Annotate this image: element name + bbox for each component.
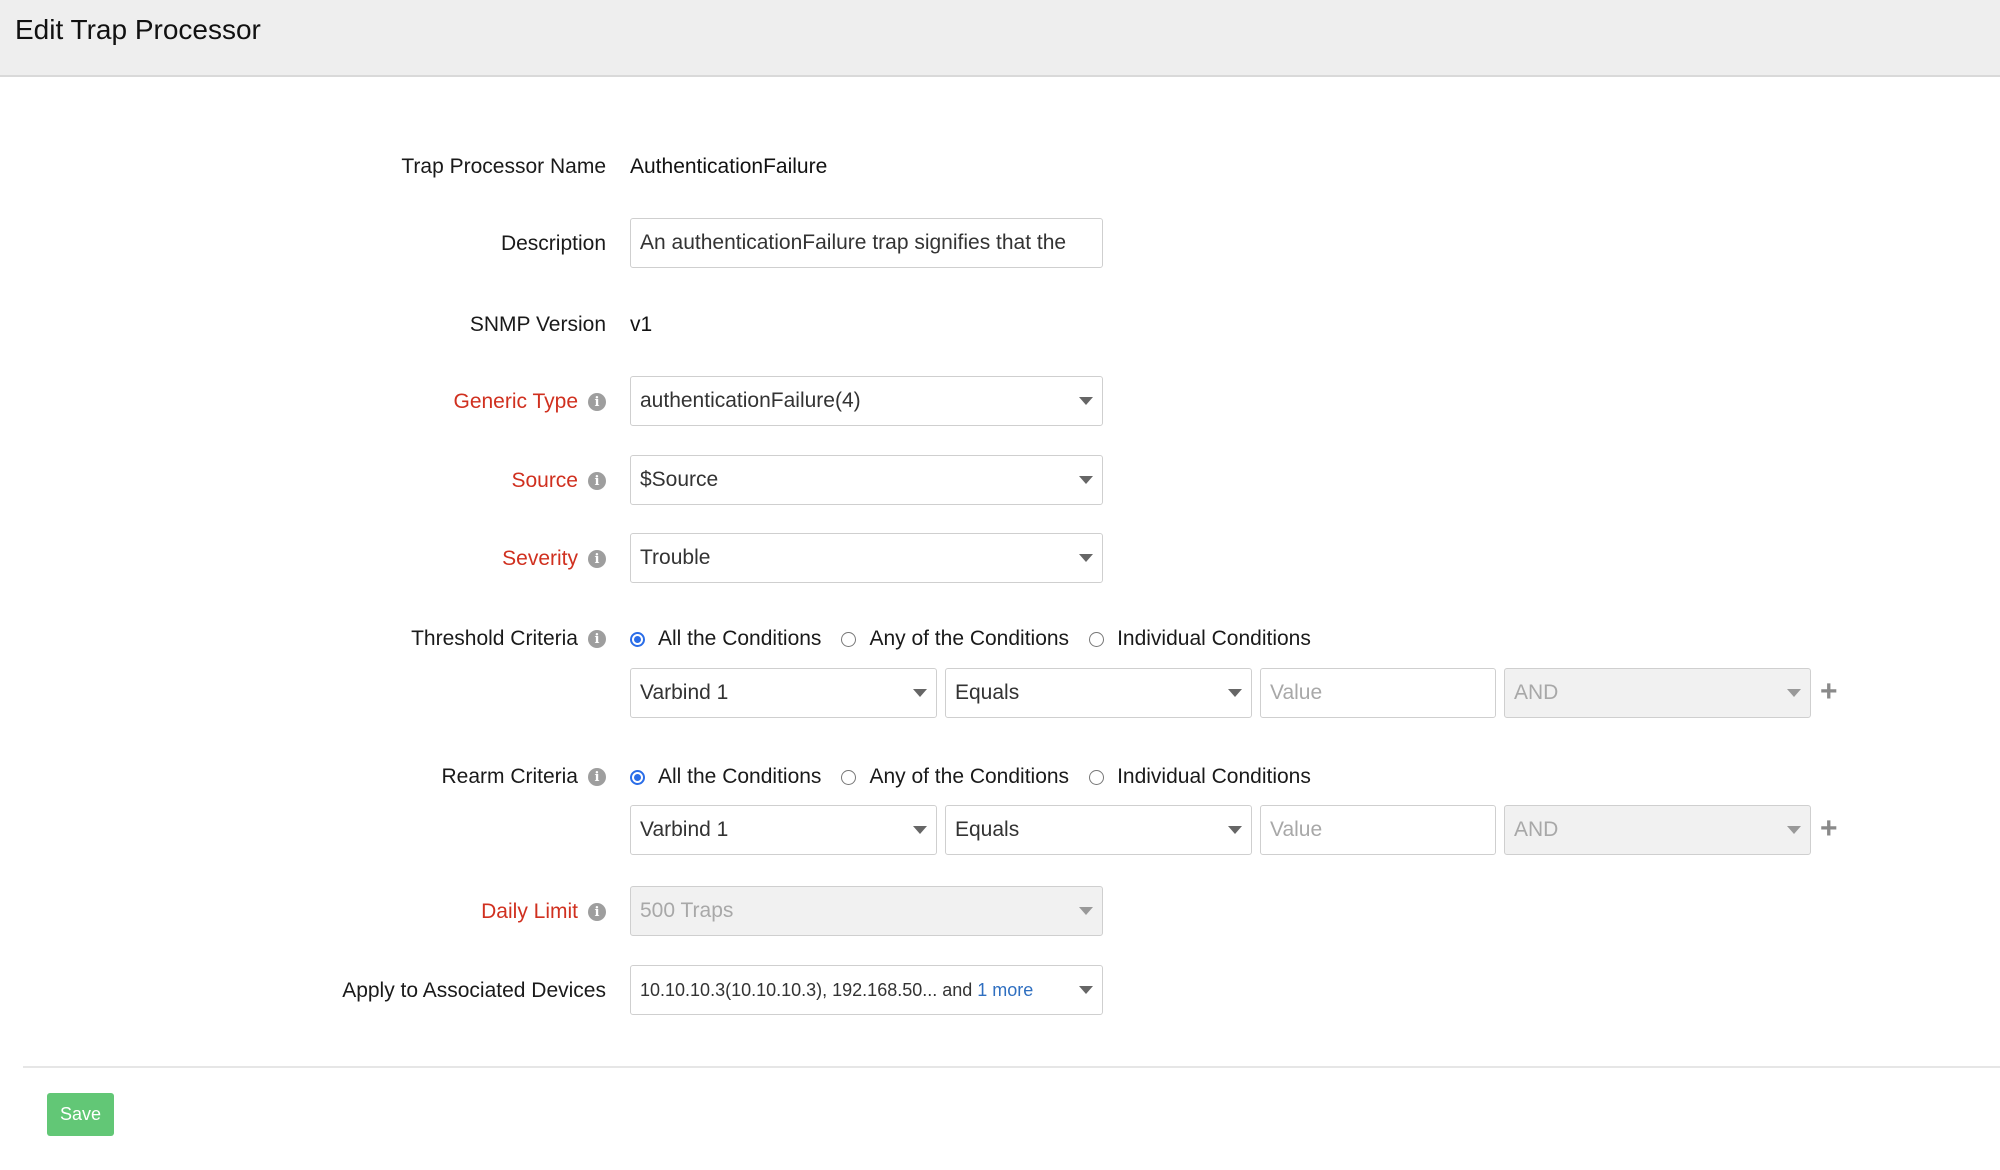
radio-label: Individual Conditions [1117,765,1311,788]
threshold-varbind-select[interactable]: Varbind 1 [630,668,937,718]
operator-value: Equals [955,818,1020,841]
radio-label: All the Conditions [658,627,822,650]
chevron-down-icon [1228,826,1242,834]
rearm-criteria-radio-group: All the Conditions Any of the Conditions… [630,765,1331,789]
save-button[interactable]: Save [47,1093,114,1136]
logic-value: AND [1514,681,1559,704]
footer-divider [23,1066,2000,1068]
rearm-radio-any[interactable]: Any of the Conditions [841,765,1069,789]
description-label: Description [500,232,606,255]
page-header: Edit Trap Processor [0,0,2000,77]
varbind-value: Varbind 1 [640,681,729,704]
generic-type-label: Generic Type [453,390,578,413]
rearm-value-input[interactable]: Value [1260,805,1496,855]
chevron-down-icon [1079,397,1093,405]
chevron-down-icon [1079,986,1093,994]
threshold-logic-select[interactable]: AND [1504,668,1811,718]
add-condition-plus-icon[interactable]: + [1820,814,1838,844]
value-placeholder: Value [1270,818,1323,841]
daily-limit-select[interactable]: 500 Traps [630,886,1103,936]
associated-devices-value: 10.10.10.3(10.10.10.3), 192.168.50... an… [640,979,978,1000]
source-label: Source [511,469,578,492]
logic-value: AND [1514,818,1559,841]
info-icon[interactable]: i [588,903,606,921]
threshold-criteria-radio-group: All the Conditions Any of the Conditions… [630,627,1331,651]
daily-limit-label: Daily Limit [481,900,578,923]
rearm-radio-all[interactable]: All the Conditions [630,765,821,789]
associated-devices-select[interactable]: 10.10.10.3(10.10.10.3), 192.168.50... an… [630,965,1103,1015]
source-value: $Source [640,468,719,491]
source-select[interactable]: $Source [630,455,1103,505]
chevron-down-icon [1079,554,1093,562]
snmp-version-value: v1 [630,313,653,336]
radio-label: All the Conditions [658,765,822,788]
associated-devices-label: Apply to Associated Devices [342,979,606,1002]
radio-unchecked[interactable] [1089,769,1105,785]
radio-label: Any of the Conditions [869,627,1070,650]
radio-unchecked[interactable] [1089,631,1105,647]
threshold-radio-all[interactable]: All the Conditions [630,627,821,651]
threshold-criteria-label: Threshold Criteria [411,627,578,650]
chevron-down-icon [1787,826,1801,834]
radio-unchecked[interactable] [841,631,857,647]
radio-checked[interactable] [630,769,645,785]
rearm-logic-select[interactable]: AND [1504,805,1811,855]
rearm-criteria-label: Rearm Criteria [441,765,578,788]
add-condition-plus-icon[interactable]: + [1820,677,1838,707]
chevron-down-icon [1787,689,1801,697]
rearm-operator-select[interactable]: Equals [945,805,1252,855]
info-icon[interactable]: i [588,472,606,490]
chevron-down-icon [913,689,927,697]
rearm-radio-individual[interactable]: Individual Conditions [1089,765,1311,789]
radio-checked[interactable] [630,631,645,647]
snmp-version-label: SNMP Version [469,313,606,336]
trap-processor-name-value: AuthenticationFailure [630,155,828,178]
generic-type-value: authenticationFailure(4) [640,389,861,412]
varbind-value: Varbind 1 [640,818,729,841]
chevron-down-icon [1228,689,1242,697]
radio-unchecked[interactable] [841,769,857,785]
info-icon[interactable]: i [588,630,606,648]
info-icon[interactable]: i [588,550,606,568]
radio-label: Any of the Conditions [869,765,1070,788]
threshold-operator-select[interactable]: Equals [945,668,1252,718]
severity-value: Trouble [640,546,711,569]
severity-label: Severity [502,547,578,570]
chevron-down-icon [1079,476,1093,484]
severity-select[interactable]: Trouble [630,533,1103,583]
operator-value: Equals [955,681,1020,704]
more-devices-link[interactable]: 1 more [977,980,1033,1001]
threshold-value-input[interactable]: Value [1260,668,1496,718]
generic-type-select[interactable]: authenticationFailure(4) [630,376,1103,426]
threshold-radio-individual[interactable]: Individual Conditions [1089,627,1311,651]
rearm-varbind-select[interactable]: Varbind 1 [630,805,937,855]
info-icon[interactable]: i [588,393,606,411]
chevron-down-icon [1079,907,1093,915]
page-title: Edit Trap Processor [15,14,261,45]
trap-processor-name-label: Trap Processor Name [401,155,606,178]
chevron-down-icon [913,826,927,834]
daily-limit-value: 500 Traps [640,899,734,922]
radio-label: Individual Conditions [1117,627,1311,650]
threshold-radio-any[interactable]: Any of the Conditions [841,627,1069,651]
value-placeholder: Value [1270,681,1323,704]
info-icon[interactable]: i [588,768,606,786]
description-value: An authenticationFailure trap signifies … [640,231,1067,254]
description-input[interactable]: An authenticationFailure trap signifies … [630,218,1103,268]
